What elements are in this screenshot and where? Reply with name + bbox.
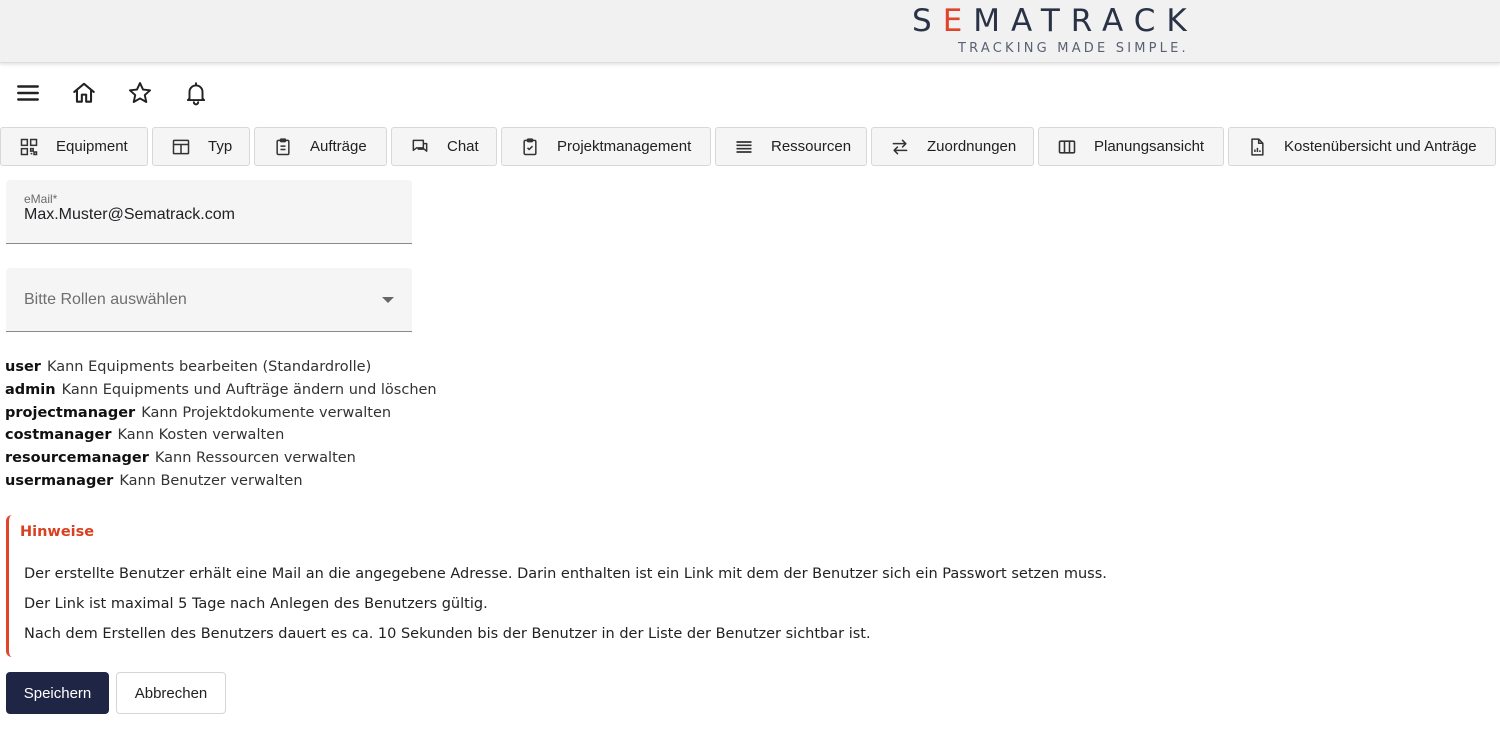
nav-chat[interactable]: Chat bbox=[391, 127, 497, 166]
role-descriptions: user Kann Equipments bearbeiten (Standard… bbox=[5, 356, 437, 493]
nav-equipment[interactable]: Equipment bbox=[0, 127, 148, 166]
role-item: admin Kann Equipments und Aufträge ändern… bbox=[5, 379, 437, 402]
swap-icon bbox=[892, 139, 908, 154]
notice-title: Hinweise bbox=[20, 524, 95, 540]
roles-select[interactable]: Bitte Rollen auswählen bbox=[6, 268, 412, 332]
top-toolbar bbox=[0, 72, 224, 114]
role-item: projectmanager Kann Projektdokumente verw… bbox=[5, 402, 437, 425]
favorites-button[interactable] bbox=[112, 72, 168, 114]
list-icon bbox=[736, 140, 752, 153]
role-description: Kann Equipments und Aufträge ändern und … bbox=[61, 381, 437, 398]
role-name: resourcemanager bbox=[5, 450, 149, 467]
save-button[interactable]: Speichern bbox=[6, 672, 109, 714]
logo-letter-e: E bbox=[942, 3, 974, 39]
sematrack-logo[interactable]: SEMATRACK TRACKING MADE SIMPLE. bbox=[912, 4, 1257, 56]
nav-label: Aufträge bbox=[310, 138, 367, 155]
role-item: user Kann Equipments bearbeiten (Standard… bbox=[5, 356, 437, 379]
nav-label: Typ bbox=[208, 138, 233, 155]
clipboard-check-icon bbox=[523, 137, 537, 155]
nav-ressourcen[interactable]: Ressourcen bbox=[715, 127, 867, 166]
home-icon bbox=[73, 82, 95, 103]
logo-letters-rest: MATRACK bbox=[973, 3, 1198, 39]
role-name: user bbox=[5, 359, 41, 375]
layout-icon bbox=[172, 139, 190, 154]
role-item: costmanager Kann Kosten verwalten bbox=[5, 424, 437, 447]
chat-icon bbox=[412, 139, 428, 152]
nav-label: Kostenübersicht und Anträge bbox=[1284, 138, 1477, 155]
notifications-button[interactable] bbox=[168, 72, 224, 114]
nav-label: Planungsansicht bbox=[1094, 138, 1205, 155]
cancel-button[interactable]: Abbrechen bbox=[116, 672, 226, 714]
nav-label: Zuordnungen bbox=[927, 138, 1017, 155]
report-icon bbox=[1251, 137, 1264, 156]
roles-placeholder: Bitte Rollen auswählen bbox=[24, 291, 187, 308]
role-item: resourcemanager Kann Ressourcen verwalten bbox=[5, 447, 437, 470]
star-icon bbox=[128, 82, 152, 103]
nav-label: Ressourcen bbox=[771, 138, 852, 155]
nav-label: Projektmanagement bbox=[557, 138, 692, 155]
role-description: Kann Equipments bearbeiten (Standardroll… bbox=[46, 359, 372, 375]
columns-icon bbox=[1058, 139, 1076, 154]
notice-line: Nach dem Erstellen des Benutzers dauert … bbox=[24, 626, 871, 642]
role-name: projectmanager bbox=[5, 404, 136, 421]
role-description: Kann Ressourcen verwalten bbox=[154, 450, 356, 467]
clipboard-icon bbox=[276, 137, 290, 155]
notice-line: Der erstellte Benutzer erhält eine Mail … bbox=[24, 566, 1107, 582]
email-input[interactable]: Max.Muster@Sematrack.com bbox=[24, 206, 235, 224]
nav-planungsansicht[interactable]: Planungsansicht bbox=[1038, 127, 1224, 166]
email-label: eMail* bbox=[24, 192, 58, 206]
role-item: usermanager Kann Benutzer verwalten bbox=[5, 470, 437, 493]
role-name: costmanager bbox=[5, 427, 112, 444]
menu-button[interactable] bbox=[0, 72, 56, 114]
home-button[interactable] bbox=[56, 72, 112, 114]
menu-icon bbox=[17, 85, 39, 101]
role-description: Kann Kosten verwalten bbox=[117, 427, 285, 444]
main-nav: Equipment Typ Aufträge Chat Projektmanag… bbox=[0, 127, 1500, 168]
role-description: Kann Projektdokumente verwalten bbox=[141, 404, 392, 421]
notice-line: Der Link ist maximal 5 Tage nach Anlegen… bbox=[24, 596, 488, 612]
logo-tagline: TRACKING MADE SIMPLE. bbox=[958, 41, 1189, 56]
qr-code-icon bbox=[20, 138, 38, 155]
app-header: SEMATRACK TRACKING MADE SIMPLE. bbox=[0, 0, 1500, 63]
role-description: Kann Benutzer verwalten bbox=[119, 472, 303, 489]
role-name: admin bbox=[5, 381, 56, 398]
logo-letter-s: S bbox=[912, 3, 943, 39]
nav-auftraege[interactable]: Aufträge bbox=[254, 127, 387, 166]
notice-box: Hinweise Der erstellte Benutzer erhält e… bbox=[6, 515, 1500, 657]
nav-zuordnungen[interactable]: Zuordnungen bbox=[871, 127, 1034, 166]
bell-icon bbox=[186, 82, 206, 106]
nav-projektmanagement[interactable]: Projektmanagement bbox=[501, 127, 711, 166]
nav-label: Chat bbox=[447, 138, 479, 155]
nav-kostenuebersicht[interactable]: Kostenübersicht und Anträge bbox=[1228, 127, 1496, 166]
role-name: usermanager bbox=[5, 472, 114, 489]
nav-label: Equipment bbox=[56, 138, 128, 155]
dropdown-caret-icon[interactable] bbox=[382, 297, 394, 303]
logo-wordmark: SEMATRACK bbox=[912, 4, 1257, 38]
email-field[interactable]: eMail* Max.Muster@Sematrack.com bbox=[6, 180, 412, 244]
nav-typ[interactable]: Typ bbox=[152, 127, 250, 166]
